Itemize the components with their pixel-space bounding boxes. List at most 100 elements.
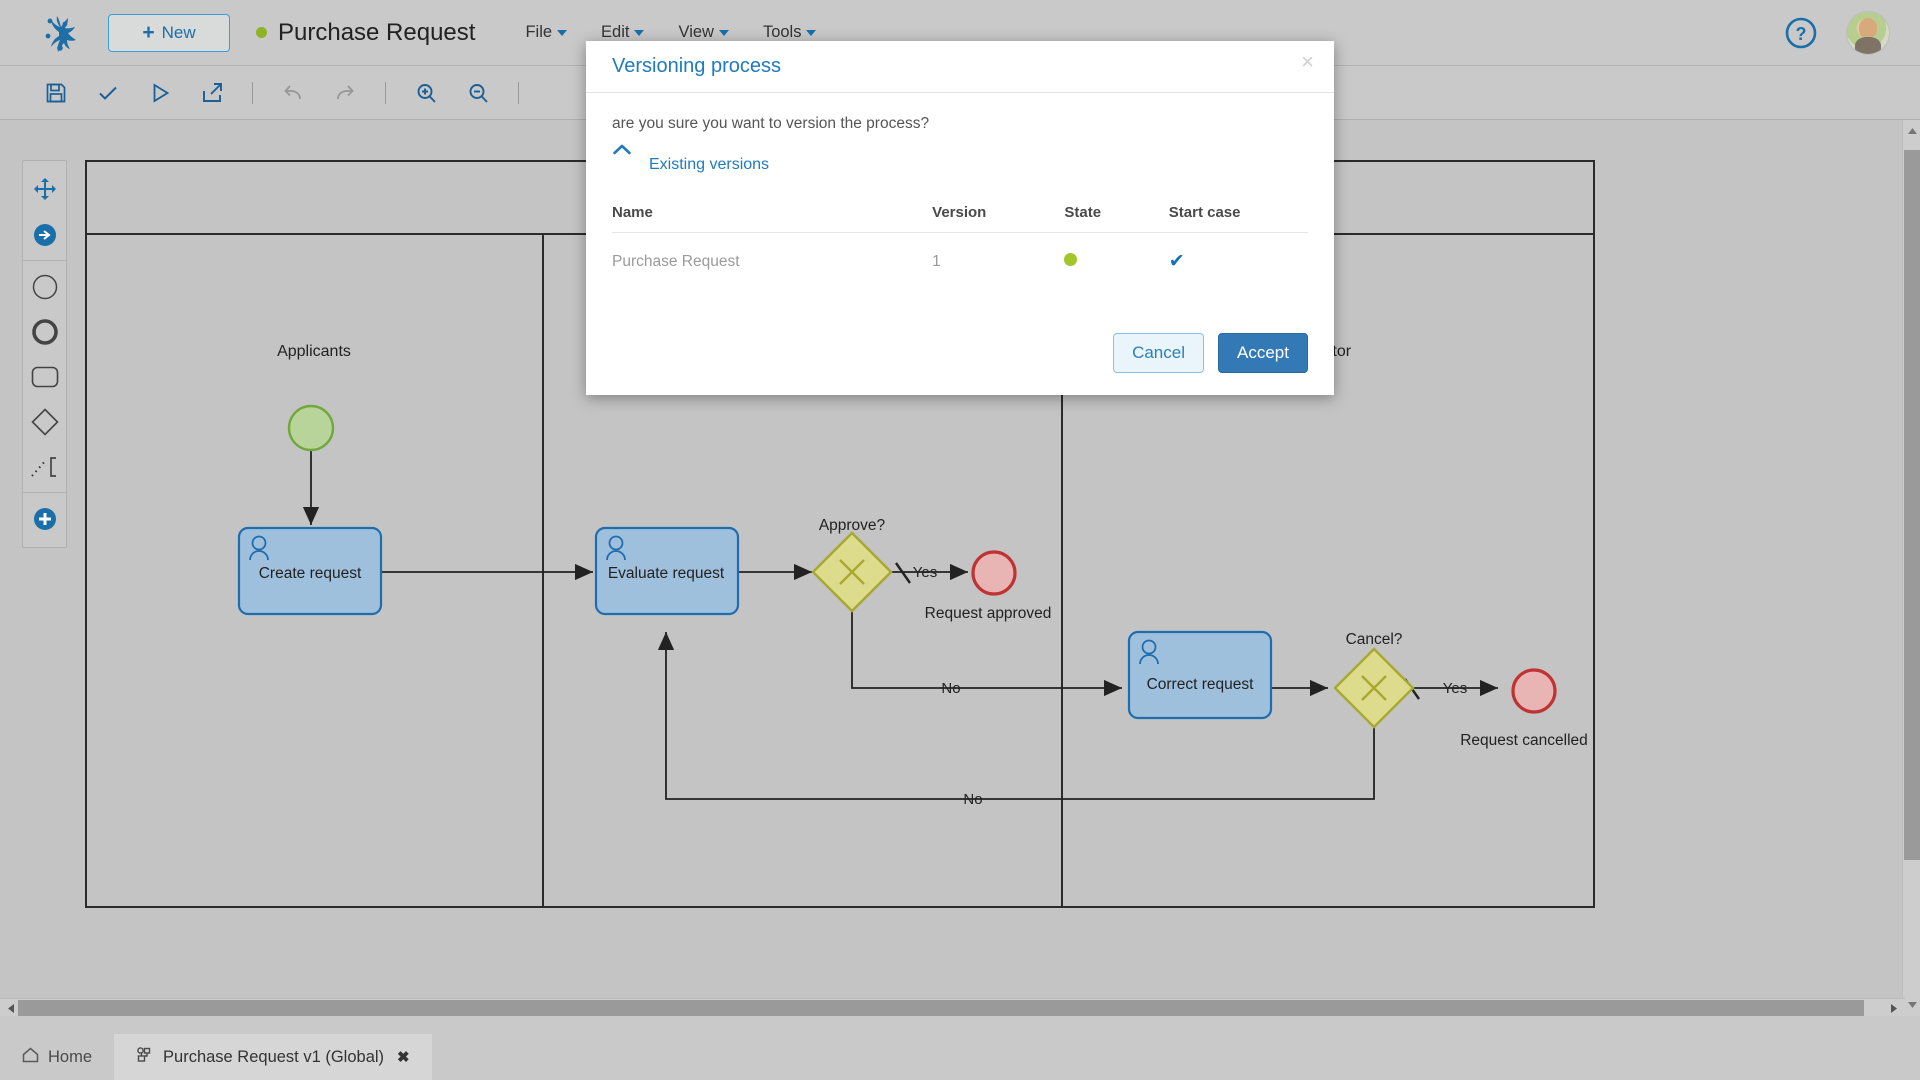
end-event-icon[interactable] — [23, 309, 66, 354]
redo-icon[interactable] — [321, 73, 369, 113]
chevron-up-icon — [612, 141, 638, 161]
tab-close-icon[interactable]: ✖ — [397, 1048, 410, 1066]
gateway-icon[interactable] — [23, 399, 66, 444]
node-create-request: Create request — [239, 528, 381, 614]
existing-versions-label: Existing versions — [649, 156, 769, 174]
column-header-name: Name — [612, 204, 932, 233]
cell-state — [1064, 233, 1168, 274]
column-header-start-case: Start case — [1169, 204, 1308, 233]
process-status-dot — [256, 27, 267, 38]
page-title: Purchase Request — [278, 19, 475, 47]
toolbar-divider — [252, 82, 253, 104]
tab-home[interactable]: Home — [0, 1034, 114, 1080]
validate-icon[interactable] — [84, 73, 132, 113]
home-icon — [22, 1047, 39, 1068]
toolbar-divider — [385, 82, 386, 104]
help-circle-icon[interactable]: ? — [1784, 16, 1818, 50]
move-tool-icon[interactable] — [23, 167, 66, 212]
svg-text:Create request: Create request — [259, 565, 362, 582]
chevron-down-icon — [634, 30, 644, 36]
accept-button[interactable]: Accept — [1218, 333, 1308, 373]
zoom-in-icon[interactable] — [402, 73, 450, 113]
existing-versions-accordion[interactable]: Existing versions — [612, 141, 1308, 174]
dialog-footer: Cancel Accept — [1113, 333, 1308, 373]
chevron-down-icon — [806, 30, 816, 36]
dialog-body: are you sure you want to version the pro… — [586, 93, 1334, 273]
add-element-icon[interactable] — [23, 496, 66, 541]
svg-text:Cancel?: Cancel? — [1346, 631, 1403, 648]
node-evaluate-request: Evaluate request — [596, 528, 738, 614]
run-icon[interactable] — [136, 73, 184, 113]
svg-text:Approve?: Approve? — [819, 517, 886, 534]
tab-purchase-request-label: Purchase Request v1 (Global) — [163, 1048, 384, 1067]
table-row[interactable]: Purchase Request 1 ✔ — [612, 233, 1308, 274]
task-icon[interactable] — [23, 354, 66, 399]
process-icon — [136, 1047, 154, 1068]
versioning-dialog: Versioning process × are you sure you wa… — [586, 41, 1334, 395]
tab-purchase-request[interactable]: Purchase Request v1 (Global) ✖ — [114, 1034, 432, 1080]
menu-edit[interactable]: Edit — [601, 23, 644, 42]
vertical-scroll-thumb[interactable] — [1904, 150, 1920, 860]
scroll-up-arrow[interactable] — [1903, 122, 1920, 140]
application-window: + New Purchase Request File Edit View To… — [0, 0, 1920, 1080]
bottom-tab-bar: Home Purchase Request v1 (Global) ✖ — [0, 1016, 1920, 1080]
flow-label-cancel-no: No — [963, 791, 982, 808]
menu-tools[interactable]: Tools — [763, 23, 817, 42]
chevron-down-icon — [719, 30, 729, 36]
close-icon[interactable]: × — [1301, 51, 1314, 73]
cell-name: Purchase Request — [612, 233, 932, 274]
annotation-icon[interactable] — [23, 444, 66, 489]
scroll-down-arrow[interactable] — [1903, 996, 1920, 1014]
horizontal-scrollbar[interactable] — [0, 998, 1905, 1016]
dialog-question: are you sure you want to version the pro… — [612, 115, 1308, 133]
column-header-state: State — [1064, 204, 1168, 233]
palette-divider — [23, 492, 66, 493]
horizontal-scroll-thumb[interactable] — [18, 1000, 1864, 1016]
table-header-row: Name Version State Start case — [612, 204, 1308, 233]
zoom-out-icon[interactable] — [454, 73, 502, 113]
column-header-version: Version — [932, 204, 1064, 233]
svg-text:Request cancelled: Request cancelled — [1460, 732, 1588, 749]
dialog-title: Versioning process — [612, 55, 781, 78]
save-icon[interactable] — [32, 73, 80, 113]
start-event-icon[interactable] — [23, 264, 66, 309]
status-badge — [1064, 253, 1077, 266]
menu-file[interactable]: File — [525, 23, 567, 42]
palette-divider — [23, 260, 66, 261]
new-button-label: New — [162, 23, 196, 43]
svg-text:Correct request: Correct request — [1147, 676, 1255, 693]
tab-home-label: Home — [48, 1048, 92, 1067]
frog-logo[interactable] — [34, 10, 80, 56]
menu-bar: File Edit View Tools — [525, 23, 816, 42]
user-avatar[interactable] — [1846, 11, 1890, 55]
new-button[interactable]: + New — [108, 14, 230, 52]
flow-label-approve-yes: Yes — [913, 564, 937, 581]
svg-text:Evaluate request: Evaluate request — [608, 565, 725, 582]
top-bar-right: ? — [1784, 11, 1890, 55]
process-title-group: Purchase Request — [256, 19, 475, 47]
menu-tools-label: Tools — [763, 23, 802, 42]
toolbar-divider — [518, 82, 519, 104]
shape-palette — [22, 160, 67, 548]
dialog-header: Versioning process × — [586, 41, 1334, 93]
flow-label-cancel-yes: Yes — [1443, 680, 1467, 697]
chevron-down-icon — [557, 30, 567, 36]
cancel-button[interactable]: Cancel — [1113, 333, 1204, 373]
lane-label-applicants: Applicants — [277, 343, 351, 360]
scroll-right-arrow[interactable] — [1885, 999, 1903, 1017]
versions-table: Name Version State Start case Purchase R… — [612, 204, 1308, 273]
undo-icon[interactable] — [269, 73, 317, 113]
menu-file-label: File — [525, 23, 552, 42]
menu-view-label: View — [678, 23, 713, 42]
node-correct-request: Correct request — [1129, 632, 1271, 718]
node-start-event — [289, 406, 333, 450]
menu-view[interactable]: View — [678, 23, 728, 42]
cell-version: 1 — [932, 233, 1064, 274]
vertical-scrollbar[interactable] — [1902, 120, 1920, 1016]
flow-label-approve-no: No — [941, 680, 960, 697]
plus-icon: + — [142, 22, 154, 43]
check-icon: ✔ — [1169, 251, 1185, 272]
connector-tool-icon[interactable] — [23, 212, 66, 257]
export-icon[interactable] — [188, 73, 236, 113]
cell-start-case: ✔ — [1169, 233, 1308, 274]
